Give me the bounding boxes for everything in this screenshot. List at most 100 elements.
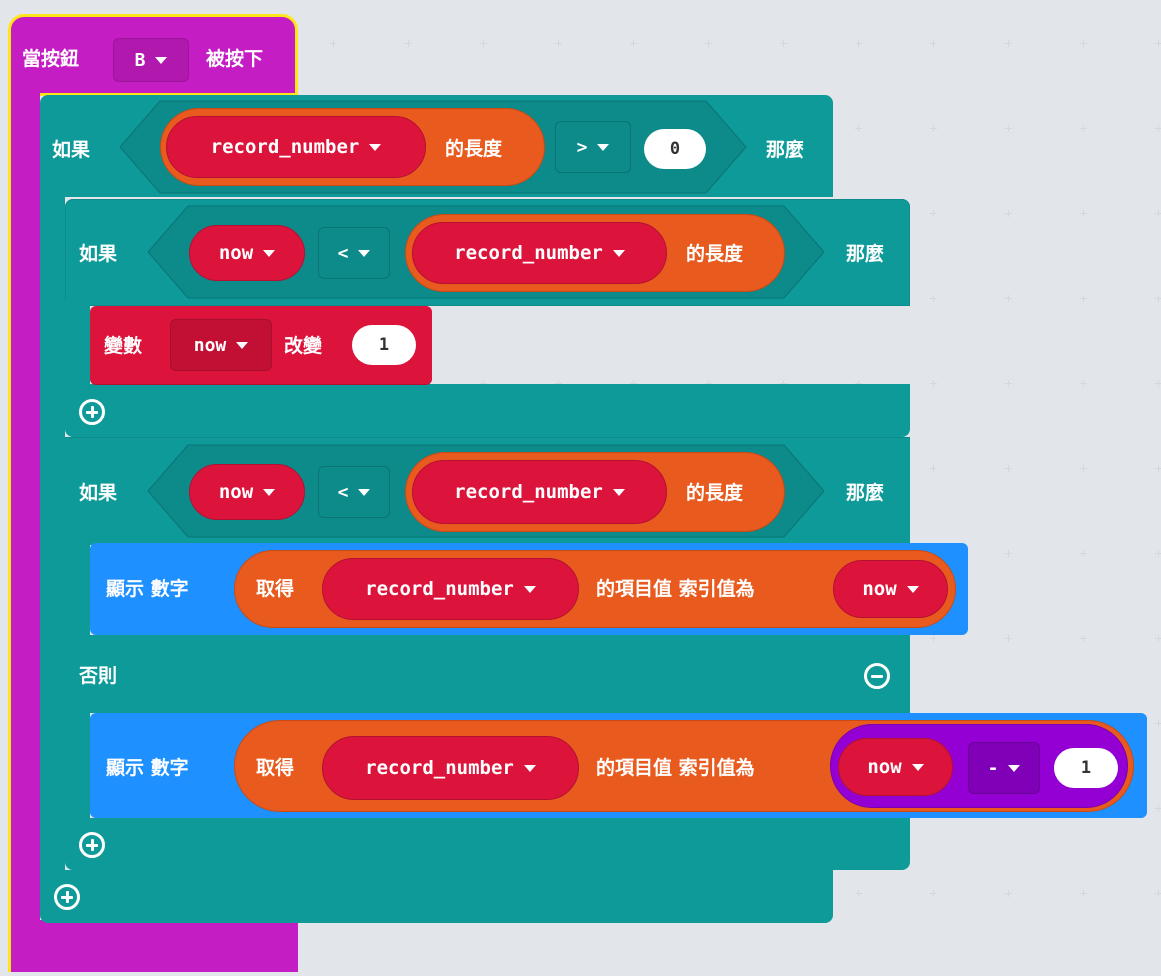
show2-get-label: 取得 bbox=[256, 757, 295, 779]
show2-operator-dropdown[interactable]: - bbox=[968, 742, 1040, 794]
chevron-down-icon bbox=[523, 585, 536, 593]
chevron-down-icon bbox=[358, 488, 371, 496]
grid-cross bbox=[555, 40, 562, 47]
grid-cross bbox=[1155, 210, 1161, 217]
grid-cross bbox=[930, 210, 937, 217]
show2-value-field[interactable]: 1 bbox=[1054, 748, 1118, 788]
grid-cross bbox=[1005, 550, 1012, 557]
grid-cross bbox=[1080, 465, 1087, 472]
chevron-down-icon bbox=[597, 143, 610, 151]
change-value: 1 bbox=[378, 335, 390, 355]
grid-cross bbox=[480, 40, 487, 47]
grid-cross bbox=[1080, 125, 1087, 132]
grid-cross bbox=[1080, 890, 1087, 897]
grid-cross bbox=[1155, 635, 1161, 642]
grid-cross bbox=[1080, 380, 1087, 387]
chevron-down-icon bbox=[236, 341, 249, 349]
grid-cross bbox=[1005, 210, 1012, 217]
grid-cross bbox=[405, 40, 412, 47]
grid-cross bbox=[1080, 635, 1087, 642]
outer-value-field[interactable]: 0 bbox=[644, 129, 706, 169]
outer-list-var-dropdown[interactable]: record_number bbox=[166, 116, 426, 178]
inner-if2-label: 如果 bbox=[79, 482, 118, 504]
outer-operator-value: > bbox=[576, 136, 588, 158]
inner-if2-bottom bbox=[65, 818, 910, 870]
grid-cross bbox=[930, 125, 937, 132]
button-dropdown-value: B bbox=[134, 49, 146, 71]
change-label: 變數 bbox=[104, 335, 143, 357]
outer-list-var-name: record_number bbox=[210, 136, 360, 158]
outer-length-label: 的長度 bbox=[445, 138, 503, 160]
chevron-down-icon bbox=[155, 56, 168, 64]
grid-cross bbox=[930, 465, 937, 472]
inner-if2-list-var-name: record_number bbox=[454, 481, 603, 503]
grid-cross bbox=[1155, 295, 1161, 302]
inner-if2-var-dropdown[interactable]: now bbox=[189, 464, 305, 520]
grid-cross bbox=[705, 40, 712, 47]
inner-if1-var-name: now bbox=[218, 242, 254, 264]
show1-index-var-name: now bbox=[862, 578, 897, 600]
event-label-suffix: 被按下 bbox=[206, 48, 264, 70]
grid-cross bbox=[1005, 890, 1012, 897]
inner-if2-else-row bbox=[65, 635, 910, 713]
inner-if2-list-var-dropdown[interactable]: record_number bbox=[412, 460, 667, 524]
show2-operator-value: - bbox=[987, 757, 999, 779]
show1-label: 顯示 數字 bbox=[106, 578, 189, 600]
event-block-bottom bbox=[8, 920, 298, 972]
grid-cross bbox=[855, 40, 862, 47]
grid-cross bbox=[1005, 465, 1012, 472]
grid-cross bbox=[1155, 465, 1161, 472]
outer-if-label: 如果 bbox=[52, 139, 91, 161]
grid-cross bbox=[1005, 635, 1012, 642]
show1-list-var-dropdown[interactable]: record_number bbox=[322, 558, 579, 620]
chevron-down-icon bbox=[358, 249, 371, 257]
grid-cross bbox=[630, 40, 637, 47]
grid-cross bbox=[1155, 720, 1161, 727]
show2-list-var-dropdown[interactable]: record_number bbox=[322, 736, 579, 800]
inner-if1-list-var-dropdown[interactable]: record_number bbox=[412, 222, 667, 284]
show2-index-var-name: now bbox=[867, 756, 902, 778]
inner-if2-operator-dropdown[interactable]: < bbox=[318, 466, 390, 518]
plus-icon[interactable] bbox=[54, 884, 80, 910]
inner-if1-bottom bbox=[65, 384, 910, 437]
inner-if1-then-label: 那麼 bbox=[846, 243, 885, 265]
chevron-down-icon bbox=[263, 249, 276, 257]
chevron-down-icon bbox=[523, 764, 536, 772]
chevron-down-icon bbox=[1008, 764, 1021, 772]
event-block-body bbox=[8, 90, 40, 970]
grid-cross bbox=[1005, 380, 1012, 387]
change-value-field[interactable]: 1 bbox=[352, 325, 416, 365]
grid-cross bbox=[1155, 550, 1161, 557]
grid-cross bbox=[1155, 40, 1161, 47]
chevron-down-icon bbox=[906, 585, 919, 593]
grid-cross bbox=[1080, 550, 1087, 557]
show2-item-label: 的項目值 索引值為 bbox=[596, 757, 755, 779]
change-var-name: now bbox=[193, 334, 227, 356]
grid-cross bbox=[1080, 210, 1087, 217]
outer-if-bottom bbox=[40, 870, 833, 923]
plus-icon[interactable] bbox=[79, 399, 105, 425]
grid-cross bbox=[1005, 40, 1012, 47]
outer-operator-dropdown[interactable]: > bbox=[555, 121, 631, 173]
outer-then-label: 那麼 bbox=[766, 139, 805, 161]
change-by-label: 改變 bbox=[284, 335, 323, 357]
show1-index-var-dropdown[interactable]: now bbox=[833, 560, 948, 618]
grid-cross bbox=[1080, 40, 1087, 47]
grid-cross bbox=[780, 40, 787, 47]
grid-cross bbox=[855, 890, 862, 897]
show2-index-var-dropdown[interactable]: now bbox=[838, 738, 953, 796]
show1-list-var-name: record_number bbox=[365, 578, 514, 600]
grid-cross bbox=[1155, 805, 1161, 812]
inner-if1-var-dropdown[interactable]: now bbox=[189, 225, 305, 281]
grid-cross bbox=[1005, 295, 1012, 302]
minus-icon[interactable] bbox=[864, 663, 890, 689]
button-dropdown[interactable]: B bbox=[113, 38, 189, 82]
inner-if2-var-name: now bbox=[218, 481, 254, 503]
grid-cross bbox=[330, 40, 337, 47]
grid-cross bbox=[930, 635, 937, 642]
change-var-dropdown[interactable]: now bbox=[170, 319, 272, 371]
grid-cross bbox=[1155, 125, 1161, 132]
chevron-down-icon bbox=[263, 488, 276, 496]
inner-if1-operator-dropdown[interactable]: < bbox=[318, 227, 390, 279]
plus-icon[interactable] bbox=[79, 832, 105, 858]
